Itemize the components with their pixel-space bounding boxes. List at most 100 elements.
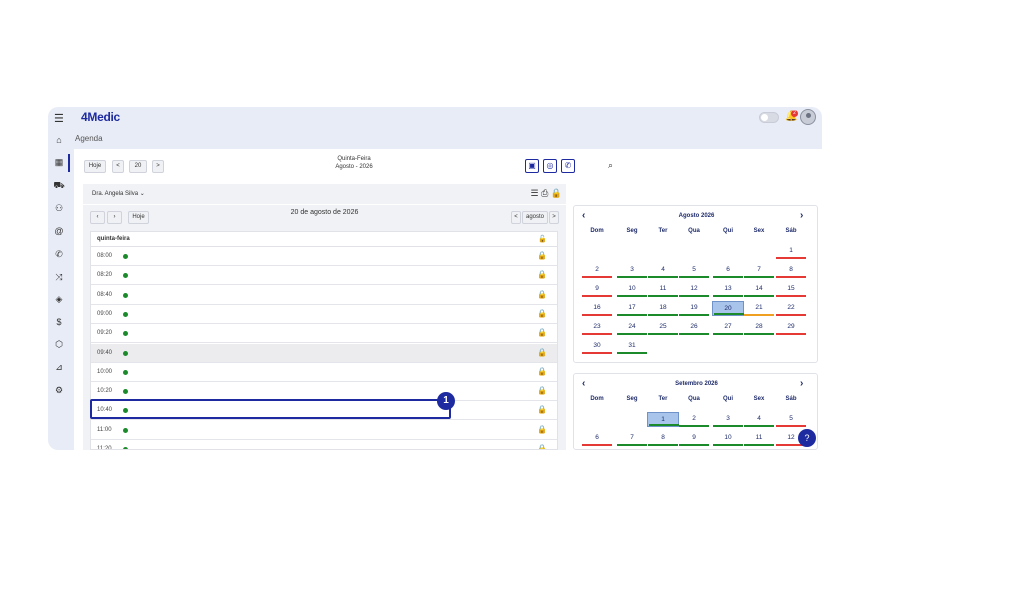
car-icon[interactable]: ⛟ xyxy=(52,178,66,192)
calendar-day[interactable]: 6 xyxy=(581,431,613,446)
lock-icon[interactable]: 🔒 xyxy=(537,251,547,260)
table-row[interactable]: 09:00 🔒 xyxy=(91,305,557,324)
home-icon[interactable]: ⌂ xyxy=(52,133,66,147)
chevron-left-icon[interactable]: ‹ xyxy=(582,210,585,221)
chart-icon[interactable]: ⊿ xyxy=(52,360,66,374)
today-button[interactable]: Hoje xyxy=(84,160,106,173)
table-row[interactable]: 09:20 🔒 xyxy=(91,324,557,344)
calendar-add-icon[interactable]: ▣ xyxy=(525,159,539,173)
calendar-day[interactable]: 17 xyxy=(616,301,648,316)
calendar-day[interactable]: 18 xyxy=(647,301,679,316)
dollar-icon[interactable]: $ xyxy=(52,315,66,329)
calendar-day[interactable]: 26 xyxy=(678,320,710,335)
globe-icon[interactable]: ◎ xyxy=(543,159,557,173)
calendar-day[interactable]: 9 xyxy=(581,282,613,297)
calendar-day[interactable]: 13 xyxy=(712,282,744,297)
next-day-button[interactable]: > xyxy=(152,160,164,173)
calendar-day[interactable]: 24 xyxy=(616,320,648,335)
lock-icon[interactable]: 🔒 xyxy=(537,328,547,337)
table-row[interactable]: 08:20 🔒 xyxy=(91,266,557,286)
help-icon[interactable]: ? xyxy=(798,429,816,447)
table-row[interactable]: 09:40 🔒 xyxy=(91,343,557,363)
calendar-day[interactable]: 1 xyxy=(647,412,679,427)
calendar-icon[interactable]: ▦ xyxy=(52,155,66,169)
chevron-right-icon[interactable]: › xyxy=(800,378,803,389)
month-label[interactable]: agosto xyxy=(522,211,548,224)
calendar-day[interactable]: 29 xyxy=(775,320,807,335)
calendar-day[interactable]: 4 xyxy=(743,412,775,427)
calendar-day[interactable]: 31 xyxy=(616,339,648,354)
lock-icon[interactable]: 🔒 xyxy=(537,405,547,414)
calendar-day[interactable]: 2 xyxy=(581,263,613,278)
calendar-day[interactable]: 10 xyxy=(616,282,648,297)
calendar-day[interactable]: 22 xyxy=(775,301,807,316)
box-icon[interactable]: ⬡ xyxy=(52,337,66,351)
calendar-day[interactable]: 3 xyxy=(712,412,744,427)
theme-toggle[interactable] xyxy=(759,112,779,123)
shuffle-icon[interactable]: ⤨ xyxy=(52,270,66,284)
print-icon[interactable]: ⎙ xyxy=(541,188,548,198)
lock-icon[interactable]: 🔒 xyxy=(537,444,547,449)
month-prev-button[interactable]: < xyxy=(511,211,521,224)
user-icon[interactable]: ⚇ xyxy=(52,201,66,215)
calendar-day[interactable]: 28 xyxy=(743,320,775,335)
calendar-day[interactable]: 6 xyxy=(712,263,744,278)
calendar-day[interactable]: 23 xyxy=(581,320,613,335)
calendar-day[interactable]: 25 xyxy=(647,320,679,335)
lock-icon[interactable]: 🔒 xyxy=(537,386,547,395)
avatar[interactable] xyxy=(800,109,816,125)
table-row[interactable]: 11:00 🔒 xyxy=(91,421,557,440)
calendar-day[interactable]: 9 xyxy=(678,431,710,446)
scrollbar[interactable] xyxy=(557,232,558,312)
calendar-day[interactable]: 8 xyxy=(647,431,679,446)
calendar-day[interactable]: 15 xyxy=(775,282,807,297)
day-field[interactable]: 20 xyxy=(129,160,147,173)
calendar-day[interactable]: 12 xyxy=(678,282,710,297)
calendar-day[interactable]: 5 xyxy=(678,263,710,278)
lock-icon[interactable]: 🔒 xyxy=(537,425,547,434)
lock-icon[interactable]: 🔒 xyxy=(537,348,547,357)
calendar-day[interactable]: 8 xyxy=(775,263,807,278)
lock-icon[interactable]: 🔒 xyxy=(537,309,547,318)
calendar-day[interactable]: 3 xyxy=(616,263,648,278)
chevron-left-icon[interactable]: ‹ xyxy=(582,378,585,389)
calendar-day[interactable]: 2 xyxy=(678,412,710,427)
calendar-day[interactable]: 11 xyxy=(647,282,679,297)
calendar-day[interactable]: 1 xyxy=(775,244,807,259)
calendar-day[interactable]: 16 xyxy=(581,301,613,316)
calendar-day[interactable]: 21 xyxy=(743,301,775,316)
professional-select[interactable]: Dra. Angela Silva ⌄ xyxy=(92,190,145,197)
available-dot-icon xyxy=(123,254,128,259)
table-row[interactable]: 08:00 🔒 xyxy=(91,247,557,266)
tag-icon[interactable]: ◈ xyxy=(52,292,66,306)
calendar-day[interactable]: 11 xyxy=(743,431,775,446)
calendar-day[interactable]: 30 xyxy=(581,339,613,354)
lock-icon[interactable]: 🔒 xyxy=(537,270,547,279)
month-next-button[interactable]: > xyxy=(549,211,559,224)
calendar-day[interactable]: 19 xyxy=(678,301,710,316)
whatsapp-icon[interactable]: ✆ xyxy=(561,159,575,173)
lock-icon[interactable]: 🔒 xyxy=(537,290,547,299)
table-row[interactable]: 10:00 🔒 xyxy=(91,363,557,382)
calendar-day[interactable]: 5 xyxy=(775,412,807,427)
at-icon[interactable]: @ xyxy=(52,224,66,238)
chevron-right-icon[interactable]: › xyxy=(800,210,803,221)
settings-icon[interactable]: ⚙ xyxy=(52,383,66,397)
calendar-day[interactable]: 10 xyxy=(712,431,744,446)
list-icon[interactable]: ☰ xyxy=(530,188,538,198)
table-row[interactable]: 11:20 🔒 xyxy=(91,440,557,449)
table-row[interactable]: 08:40 🔒 xyxy=(91,286,557,305)
lock-icon[interactable]: 🔒 xyxy=(537,367,547,376)
calendar-day[interactable]: 7 xyxy=(616,431,648,446)
search-icon[interactable]: ⌕ xyxy=(608,160,613,171)
calendar-day[interactable]: 14 xyxy=(743,282,775,297)
phone-icon[interactable]: ✆ xyxy=(52,247,66,261)
prev-day-button[interactable]: < xyxy=(112,160,124,173)
lock-icon[interactable]: 🔒 xyxy=(551,188,562,198)
menu-icon[interactable]: ☰ xyxy=(54,112,64,125)
calendar-day[interactable]: 27 xyxy=(712,320,744,335)
calendar-day[interactable]: 4 xyxy=(647,263,679,278)
calendar-day[interactable]: 7 xyxy=(743,263,775,278)
calendar-day[interactable]: 20 xyxy=(712,301,744,316)
unlock-icon[interactable]: 🔓 xyxy=(538,235,547,243)
